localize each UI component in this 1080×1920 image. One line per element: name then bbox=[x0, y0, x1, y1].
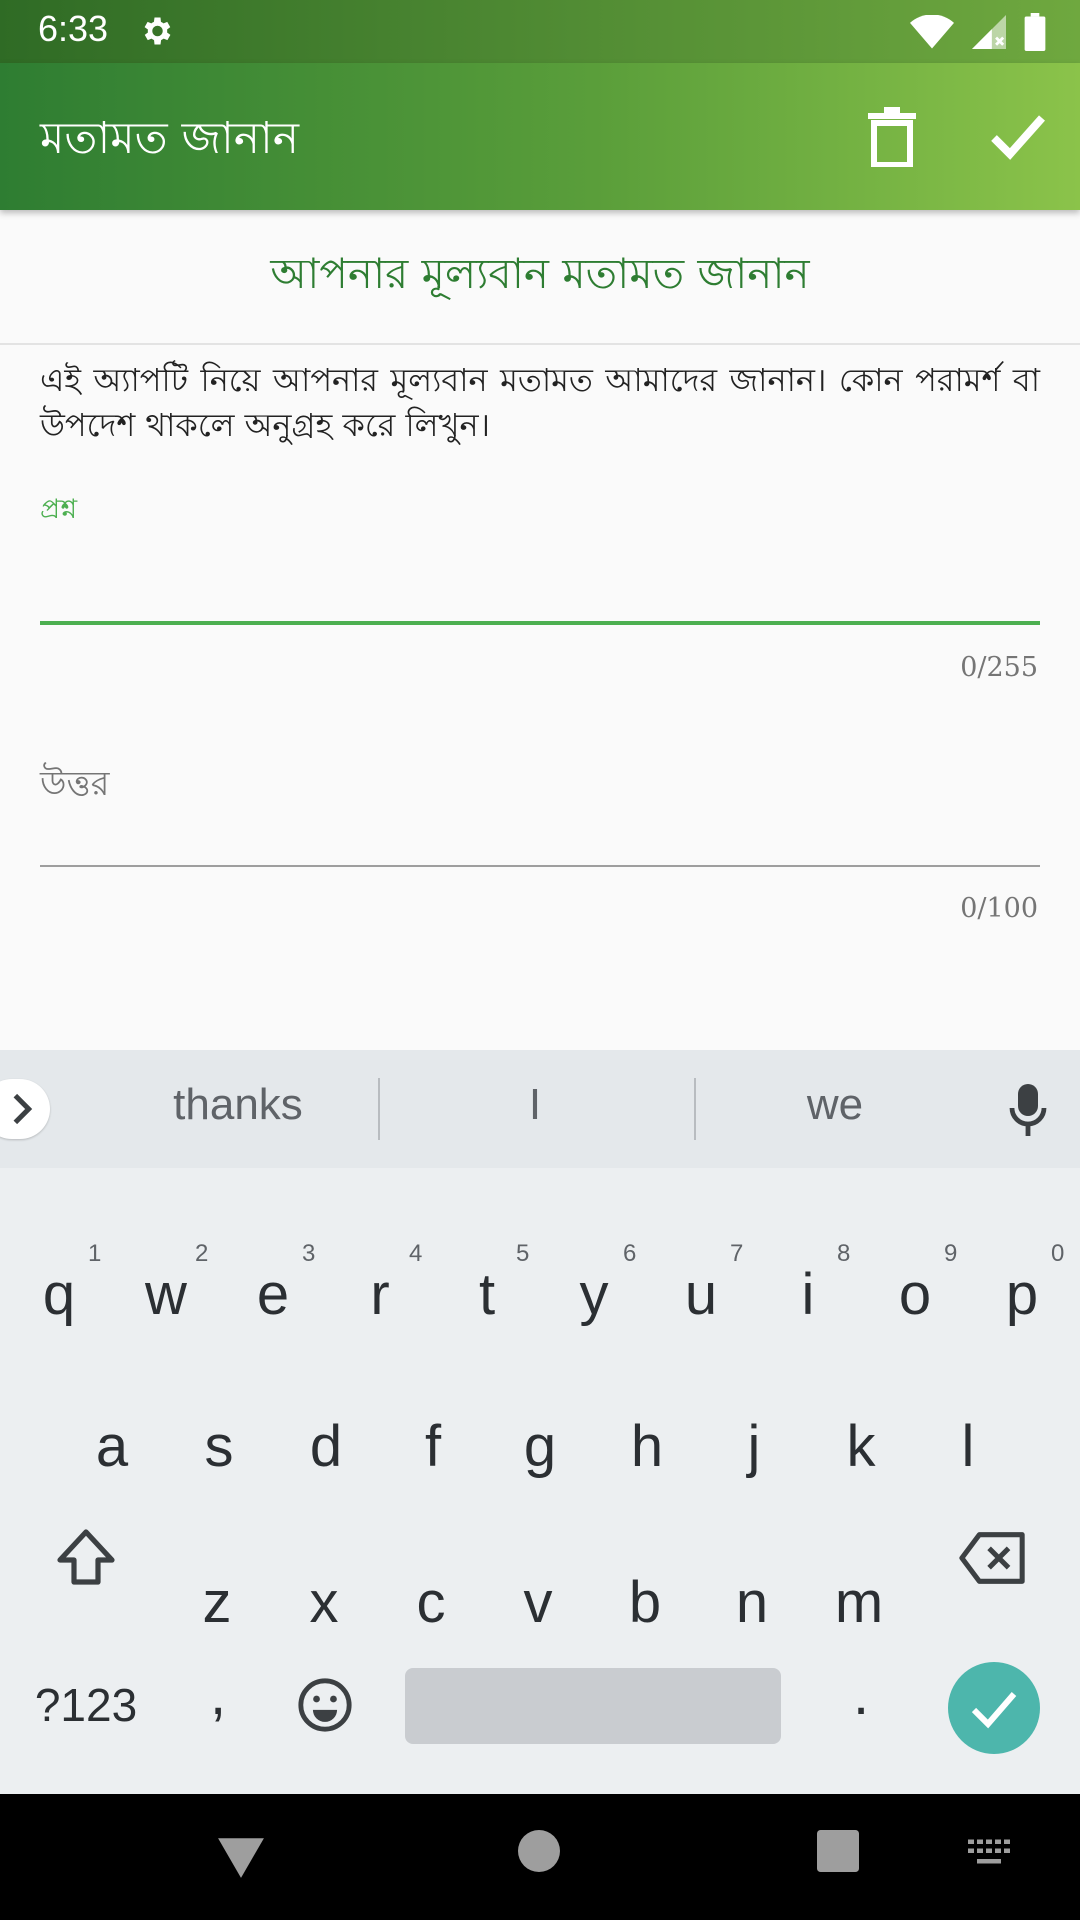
key-hint: 7 bbox=[730, 1240, 744, 1267]
emoji-icon[interactable] bbox=[296, 1676, 354, 1734]
key-b[interactable]: b bbox=[592, 1538, 698, 1668]
spacebar[interactable] bbox=[405, 1668, 781, 1744]
suggestion-3[interactable]: we bbox=[735, 1080, 935, 1130]
status-bar: 6:33 bbox=[0, 0, 1080, 63]
key-h[interactable]: h bbox=[594, 1382, 700, 1512]
status-time: 6:33 bbox=[38, 8, 109, 49]
recents-icon[interactable] bbox=[817, 1830, 859, 1872]
chevron-right-icon bbox=[13, 1093, 33, 1125]
question-underline bbox=[40, 621, 1040, 625]
form-header: আপনার মূল্যবান মতামত জানান bbox=[270, 249, 810, 298]
divider bbox=[0, 343, 1080, 345]
answer-underline bbox=[40, 865, 1040, 867]
key-x[interactable]: x bbox=[271, 1538, 377, 1668]
shift-icon[interactable] bbox=[54, 1528, 118, 1588]
key-a[interactable]: a bbox=[59, 1382, 165, 1512]
key-v[interactable]: v bbox=[485, 1538, 591, 1668]
key-d[interactable]: d bbox=[273, 1382, 379, 1512]
wifi-icon bbox=[910, 15, 954, 49]
answer-input[interactable] bbox=[40, 740, 1040, 864]
backspace-icon[interactable] bbox=[958, 1530, 1028, 1586]
answer-counter: 0/100 bbox=[960, 893, 1038, 924]
key-hint: 2 bbox=[195, 1240, 209, 1267]
microphone-icon[interactable] bbox=[1008, 1084, 1048, 1136]
enter-button[interactable] bbox=[948, 1662, 1040, 1754]
key-hint: 9 bbox=[944, 1240, 958, 1267]
key-hint: 3 bbox=[302, 1240, 316, 1267]
key-n[interactable]: n bbox=[699, 1538, 805, 1668]
question-input[interactable] bbox=[40, 525, 1040, 621]
delete-icon[interactable] bbox=[866, 107, 918, 167]
suggestion-separator bbox=[378, 1078, 380, 1140]
suggestion-separator bbox=[694, 1078, 696, 1140]
key-hint: 6 bbox=[623, 1240, 637, 1267]
app-bar: মতামত জানান bbox=[0, 63, 1080, 210]
page-title: মতামত জানান bbox=[40, 113, 300, 164]
suggestion-bar: thanks I we bbox=[0, 1050, 1080, 1168]
key-hint: 8 bbox=[837, 1240, 851, 1267]
home-icon[interactable] bbox=[518, 1830, 560, 1872]
symbols-key[interactable]: ?123 bbox=[20, 1640, 152, 1770]
navigation-bar bbox=[0, 1794, 1080, 1920]
key-f[interactable]: f bbox=[380, 1382, 486, 1512]
key-g[interactable]: g bbox=[487, 1382, 593, 1512]
question-counter: 0/255 bbox=[960, 652, 1038, 683]
key-l[interactable]: l bbox=[915, 1382, 1021, 1512]
key-k[interactable]: k bbox=[808, 1382, 914, 1512]
status-icons bbox=[910, 12, 1046, 52]
intro-text: এই অ্যাপটি নিয়ে আপনার মূল্যবান মতামত আম… bbox=[40, 361, 1040, 444]
signal-icon bbox=[972, 15, 1006, 49]
key-j[interactable]: j bbox=[701, 1382, 807, 1512]
suggestion-2[interactable]: I bbox=[435, 1080, 635, 1130]
key-hint: 1 bbox=[88, 1240, 102, 1267]
period-key[interactable]: . bbox=[808, 1630, 914, 1760]
keyboard-switch-icon[interactable] bbox=[966, 1838, 1012, 1868]
keyboard: thanks I we q1w2e3r4t5y6u7i8o9p0 asdfghj… bbox=[0, 1050, 1080, 1794]
check-icon[interactable] bbox=[990, 111, 1046, 161]
key-hint: 0 bbox=[1051, 1240, 1065, 1267]
battery-icon bbox=[1024, 13, 1046, 51]
suggestion-1[interactable]: thanks bbox=[138, 1080, 338, 1130]
expand-suggestions-button[interactable] bbox=[0, 1079, 50, 1139]
key-s[interactable]: s bbox=[166, 1382, 272, 1512]
key-hint: 5 bbox=[516, 1240, 530, 1267]
answer-label: উত্তর bbox=[40, 764, 110, 804]
key-c[interactable]: c bbox=[378, 1538, 484, 1668]
comma-key[interactable]: , bbox=[165, 1630, 271, 1760]
back-icon[interactable] bbox=[216, 1834, 266, 1880]
key-hint: 4 bbox=[409, 1240, 423, 1267]
check-icon bbox=[971, 1692, 1017, 1729]
settings-gear-icon bbox=[144, 17, 171, 45]
